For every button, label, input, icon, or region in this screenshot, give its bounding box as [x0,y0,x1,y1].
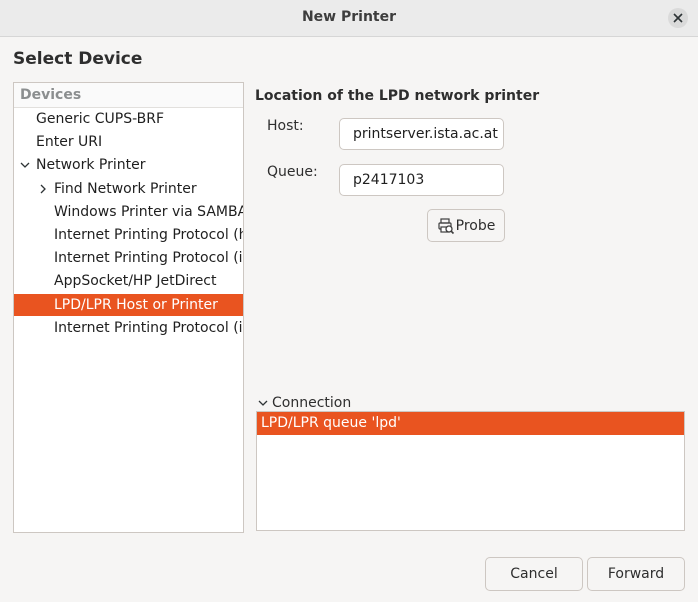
tree-item-label: Internet Printing Protocol (h [54,227,243,243]
tree-item[interactable]: Internet Printing Protocol (ip [14,247,243,269]
cancel-button[interactable]: Cancel [485,557,583,591]
host-label: Host: [267,118,304,134]
tree-item-label: Windows Printer via SAMBA [54,204,243,220]
tree-item[interactable]: Generic CUPS-BRF [14,108,243,130]
host-field[interactable]: printserver.ista.ac.at [339,118,504,150]
close-icon [673,13,683,23]
tree-item-label: Enter URI [36,134,103,150]
close-button[interactable] [668,8,688,28]
tree-item-label: Internet Printing Protocol (ip [54,320,243,336]
queue-label: Queue: [267,164,318,180]
window-title: New Printer [301,9,397,25]
connection-item[interactable]: LPD/LPR queue 'lpd' [257,412,684,435]
queue-field[interactable]: p2417103 [339,164,504,196]
tree-item-label: AppSocket/HP JetDirect [54,273,217,289]
tree-item-label: Generic CUPS-BRF [36,111,165,127]
tree-item[interactable]: Network Printer [14,154,243,176]
tree-item-label: Internet Printing Protocol (ip [54,250,243,266]
tree-item[interactable]: AppSocket/HP JetDirect [14,270,243,292]
device-tree[interactable]: Devices Generic CUPS-BRF Enter URI Network… [13,82,244,533]
probe-button[interactable]: Probe [427,209,505,242]
printer-search-icon [438,217,454,234]
tree-item[interactable]: LPD/LPR Host or Printer [14,294,243,316]
tree-item[interactable]: Enter URI [14,131,243,153]
tree-item[interactable]: Find Network Printer [14,178,243,200]
connection-label: Connection [272,395,352,411]
tree-item[interactable]: Internet Printing Protocol (ip [14,317,243,339]
tree-item-label: Network Printer [36,157,146,173]
chevron-down-icon [258,400,268,406]
tree-item[interactable]: Internet Printing Protocol (h [14,224,243,246]
tree-item-label: Find Network Printer [54,181,197,197]
page-title: Select Device [13,49,143,69]
tree-item[interactable]: Windows Printer via SAMBA [14,201,243,223]
title-bar: New Printer [0,0,698,37]
tree-item-label: LPD/LPR Host or Printer [54,297,218,313]
connection-expander[interactable]: Connection [256,394,351,412]
chevron-down-icon[interactable] [18,154,32,176]
tree-header: Devices [14,83,243,108]
chevron-right-icon[interactable] [36,178,50,200]
forward-button[interactable]: Forward [587,557,685,591]
probe-label: Probe [455,217,496,234]
section-title: Location of the LPD network printer [255,88,540,104]
connection-list[interactable]: LPD/LPR queue 'lpd' [256,411,685,531]
